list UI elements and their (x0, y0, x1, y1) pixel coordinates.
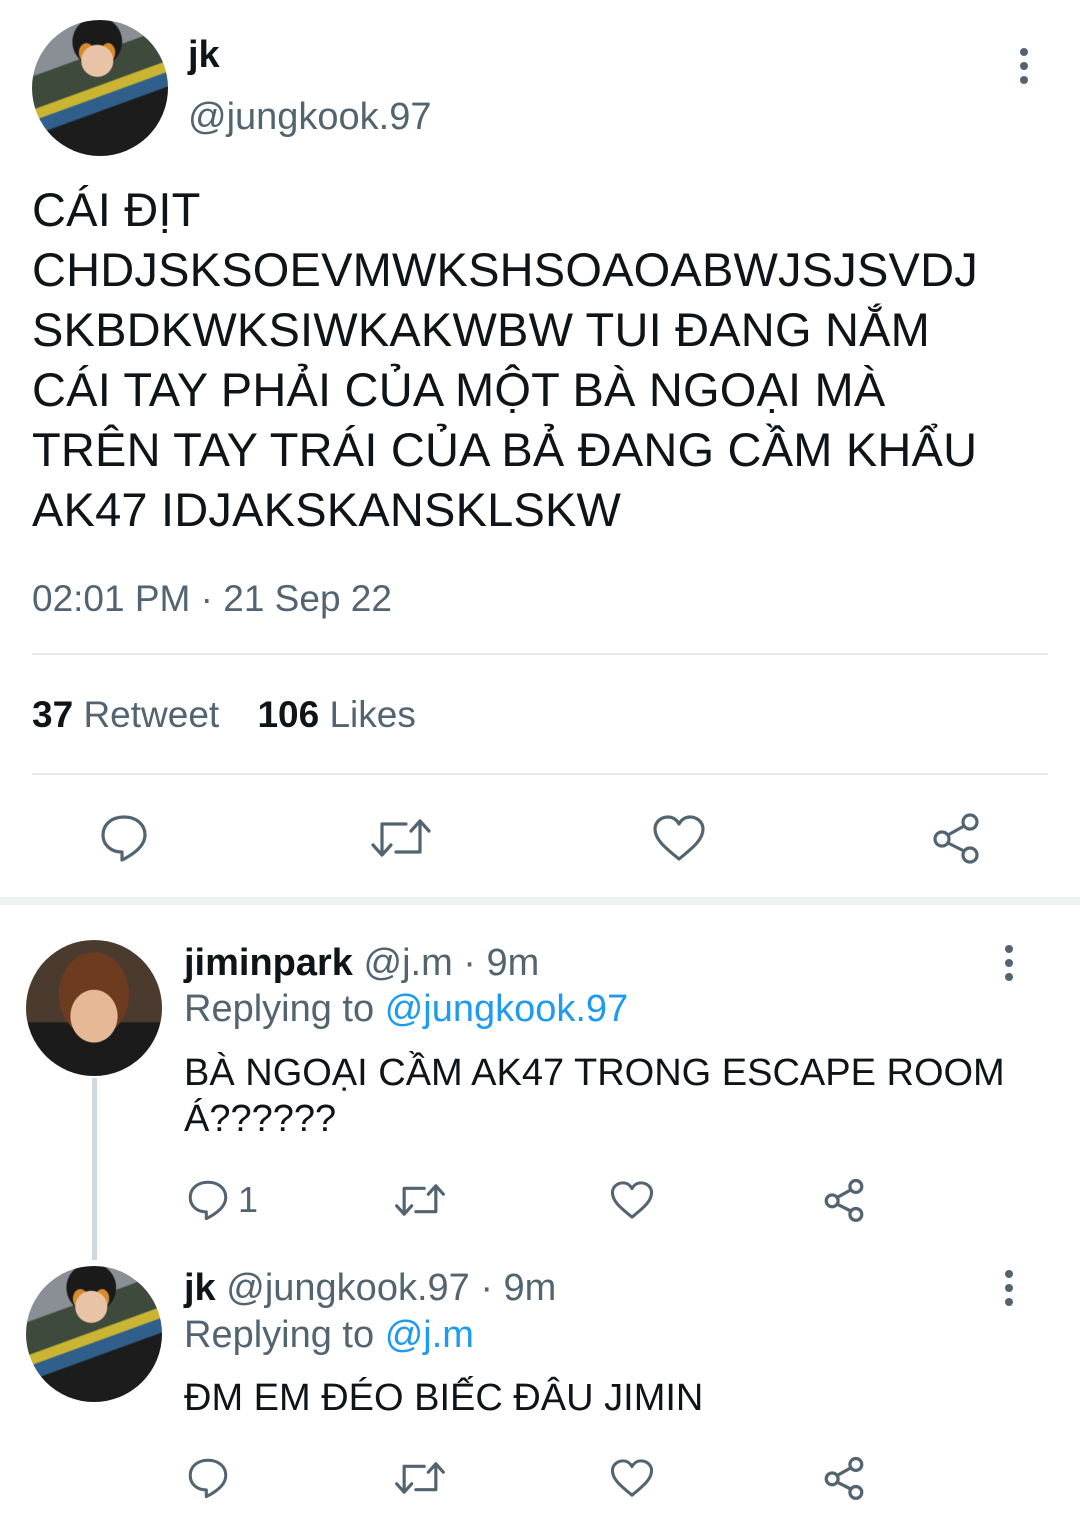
speech-bubble-icon[interactable] (98, 812, 150, 864)
retweet-label: Retweet (83, 694, 220, 735)
author-display-name[interactable]: jk (188, 34, 220, 76)
share-nodes-icon[interactable] (930, 812, 982, 864)
thread-connector-line (92, 1078, 97, 1260)
replying-to: Replying to @jungkook.97 (184, 988, 628, 1030)
retweet-count: 37 (32, 694, 74, 735)
reply-header: jiminpark @j.m · 9m (184, 942, 539, 984)
vertical-dots-icon[interactable] (1010, 46, 1038, 86)
divider (32, 653, 1048, 655)
reply-display-name[interactable]: jk (184, 1267, 216, 1309)
tweet-timestamp[interactable]: 02:01 PM · 21 Sep 22 (32, 578, 392, 620)
reply-text: ĐM EM ĐÉO BIẾC ĐÂU JIMIN (184, 1375, 1044, 1421)
like-label: Likes (329, 694, 416, 735)
speech-bubble-icon[interactable] (186, 1178, 230, 1222)
reply-display-name[interactable]: jiminpark (184, 942, 353, 984)
replying-to-link[interactable]: @jungkook.97 (385, 988, 629, 1030)
reply-text-line: Á?????? (184, 1098, 337, 1140)
like-count: 106 (257, 694, 320, 735)
heart-icon[interactable] (610, 1180, 654, 1220)
share-nodes-icon[interactable] (822, 1178, 866, 1222)
retweet-arrows-icon[interactable] (394, 1458, 446, 1498)
avatar[interactable] (26, 940, 162, 1076)
retweet-arrows-icon[interactable] (394, 1180, 446, 1220)
replying-to: Replying to @j.m (184, 1314, 474, 1356)
avatar[interactable] (32, 20, 168, 156)
share-nodes-icon[interactable] (822, 1456, 866, 1500)
heart-icon[interactable] (652, 814, 706, 862)
reply-text-line: BÀ NGOẠI CẦM AK47 TRONG ESCAPE ROOM (184, 1052, 1005, 1094)
reply-text-line: ĐM EM ĐÉO BIẾC ĐÂU JIMIN (184, 1377, 704, 1419)
tweet-text-line: CÁI TAY PHẢI CỦA MỘT BÀ NGOẠI MÀ (32, 363, 886, 416)
like-stat[interactable]: 106 Likes (257, 694, 415, 735)
reply-count: 1 (238, 1179, 259, 1220)
tweet-text-line: SKBDKWKSIWKAKWBW TUI ĐANG NẮM (32, 303, 930, 356)
tweet-text-line: CÁI ĐỊT (32, 183, 201, 236)
author-handle[interactable]: @jungkook.97 (188, 96, 432, 138)
reply-header: jk @jungkook.97 · 9m (184, 1267, 556, 1309)
tweet-text-line: TRÊN TAY TRÁI CỦA BẢ ĐANG CẦM KHẨU (32, 423, 978, 476)
avatar[interactable] (26, 1266, 162, 1402)
divider (32, 773, 1048, 775)
reply-meta[interactable]: @j.m · 9m (364, 942, 540, 984)
tweet-text-line: CHDJSKSOEVMWKSHSOAOABWJSJSVDJ (32, 243, 978, 296)
tweet-text: CÁI ĐỊT CHDJSKSOEVMWKSHSOAOABWJSJSVDJ SK… (32, 180, 1042, 540)
replying-to-link[interactable]: @j.m (385, 1314, 474, 1356)
section-separator (0, 897, 1080, 905)
heart-icon[interactable] (610, 1458, 654, 1498)
retweet-arrows-icon[interactable] (370, 814, 432, 862)
vertical-dots-icon[interactable] (995, 943, 1023, 983)
vertical-dots-icon[interactable] (995, 1268, 1023, 1308)
tweet-text-line: AK47 IDJAKSKANSKLSKW (32, 483, 622, 536)
reply-meta[interactable]: @jungkook.97 · 9m (226, 1267, 556, 1309)
retweet-stat[interactable]: 37 Retweet (32, 694, 229, 735)
replying-prefix: Replying to (184, 1314, 375, 1356)
speech-bubble-icon[interactable] (186, 1456, 230, 1500)
engagement-stats: 37 Retweet 106 Likes (32, 694, 416, 736)
replying-prefix: Replying to (184, 988, 375, 1030)
reply-text: BÀ NGOẠI CẦM AK47 TRONG ESCAPE ROOM Á???… (184, 1050, 1044, 1142)
